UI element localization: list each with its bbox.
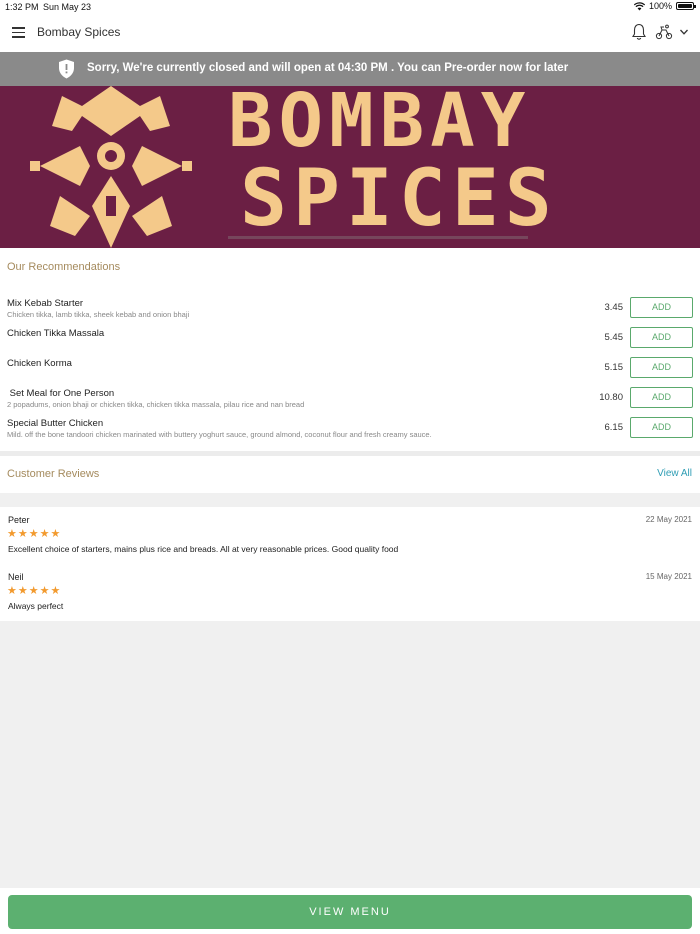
add-button[interactable]: ADD [630,327,693,348]
status-bar: 1:32 PM Sun May 23 100% [0,0,700,14]
review-text: Always perfect [8,601,64,611]
item-price: 6.15 [604,422,624,433]
review-item: Neil 15 May 2021 ★ ★ ★ ★ ★ Always perfect [0,572,700,627]
view-all-link[interactable]: View All [657,468,692,479]
item-price: 3.45 [604,302,624,313]
item-description: 2 popadums, onion bhaji or chicken tikka… [7,400,305,409]
recommendations-title: Our Recommendations [7,261,121,273]
status-time: 1:32 PM [5,2,39,12]
menu-icon[interactable] [12,27,25,38]
star-icon: ★ [50,528,61,540]
star-icon: ★ [28,528,39,540]
list-item: Mix Kebab Starter Chicken tikka, lamb ti… [0,297,700,328]
reviews-list: Peter 22 May 2021 ★ ★ ★ ★ ★ Excellent choice… [0,507,700,621]
item-name: Chicken Korma [7,358,72,369]
reviews-title: Customer Reviews [7,468,100,480]
closed-banner: Sorry, We're currently closed and will o… [0,52,700,86]
list-item: Set Meal for One Person 2 popadums, onio… [0,387,700,418]
star-rating: ★ ★ ★ ★ ★ [7,528,60,540]
review-item: Peter 22 May 2021 ★ ★ ★ ★ ★ Excellent choice… [0,515,700,570]
item-price: 10.80 [599,392,623,403]
item-name: Chicken Tikka Massala [7,328,105,339]
recommendations-section: Our Recommendations Mix Kebab Starter Ch… [0,248,700,451]
item-description: Mild. off the bone tandoori chicken mari… [7,430,432,439]
add-button[interactable]: ADD [630,357,693,378]
page-title: Bombay Spices [37,25,121,39]
view-menu-button[interactable]: VIEW MENU [8,895,692,929]
review-author: Peter [8,515,30,525]
item-name: Special Butter Chicken [7,418,104,429]
star-icon: ★ [39,585,50,597]
review-date: 15 May 2021 [645,572,692,581]
add-button[interactable]: ADD [630,387,693,408]
review-text: Excellent choice of starters, mains plus… [8,544,399,554]
status-date: Sun May 23 [43,2,92,12]
add-button[interactable]: ADD [630,417,693,438]
bell-icon[interactable] [631,23,647,41]
list-item: Chicken Korma 5.15 ADD [0,357,700,388]
footer-bar: VIEW MENU [0,888,700,934]
review-date: 22 May 2021 [645,515,692,524]
item-price: 5.15 [604,362,624,373]
star-icon: ★ [39,528,50,540]
section-gap [0,493,700,507]
review-author: Neil [8,572,24,582]
hero-text-line2: SPICES [240,154,558,244]
delivery-icon[interactable] [655,24,673,40]
battery-icon [676,2,696,10]
closed-message: Sorry, We're currently closed and will o… [87,62,569,74]
item-description: Chicken tikka, lamb tikka, sheek kebab a… [7,310,190,319]
ornament-logo-icon [30,86,192,248]
list-item: Special Butter Chicken Mild. off the bon… [0,417,700,448]
star-icon: ★ [7,585,17,597]
star-icon: ★ [17,528,28,540]
item-price: 5.45 [604,332,624,343]
add-button[interactable]: ADD [630,297,693,318]
restaurant-banner-image: BOMBAY SPICES [0,86,700,248]
hero-text-line1: BOMBAY [228,86,532,164]
item-name: Set Meal for One Person [7,388,115,399]
list-item: Chicken Tikka Massala 5.45 ADD [0,327,700,358]
status-right: 100% [633,1,696,11]
star-icon: ★ [7,528,17,540]
battery-percent: 100% [648,1,672,11]
shield-icon [59,59,74,79]
star-icon: ★ [17,585,28,597]
item-name: Mix Kebab Starter [7,298,84,309]
app-header: Bombay Spices [0,14,700,52]
star-icon: ★ [28,585,39,597]
chevron-down-icon[interactable] [678,26,690,38]
wifi-icon [633,1,645,10]
reviews-header: Customer Reviews View All [0,456,700,493]
hero-tagline-fragment [228,236,528,239]
star-icon: ★ [50,585,61,597]
star-rating: ★ ★ ★ ★ ★ [7,585,60,597]
